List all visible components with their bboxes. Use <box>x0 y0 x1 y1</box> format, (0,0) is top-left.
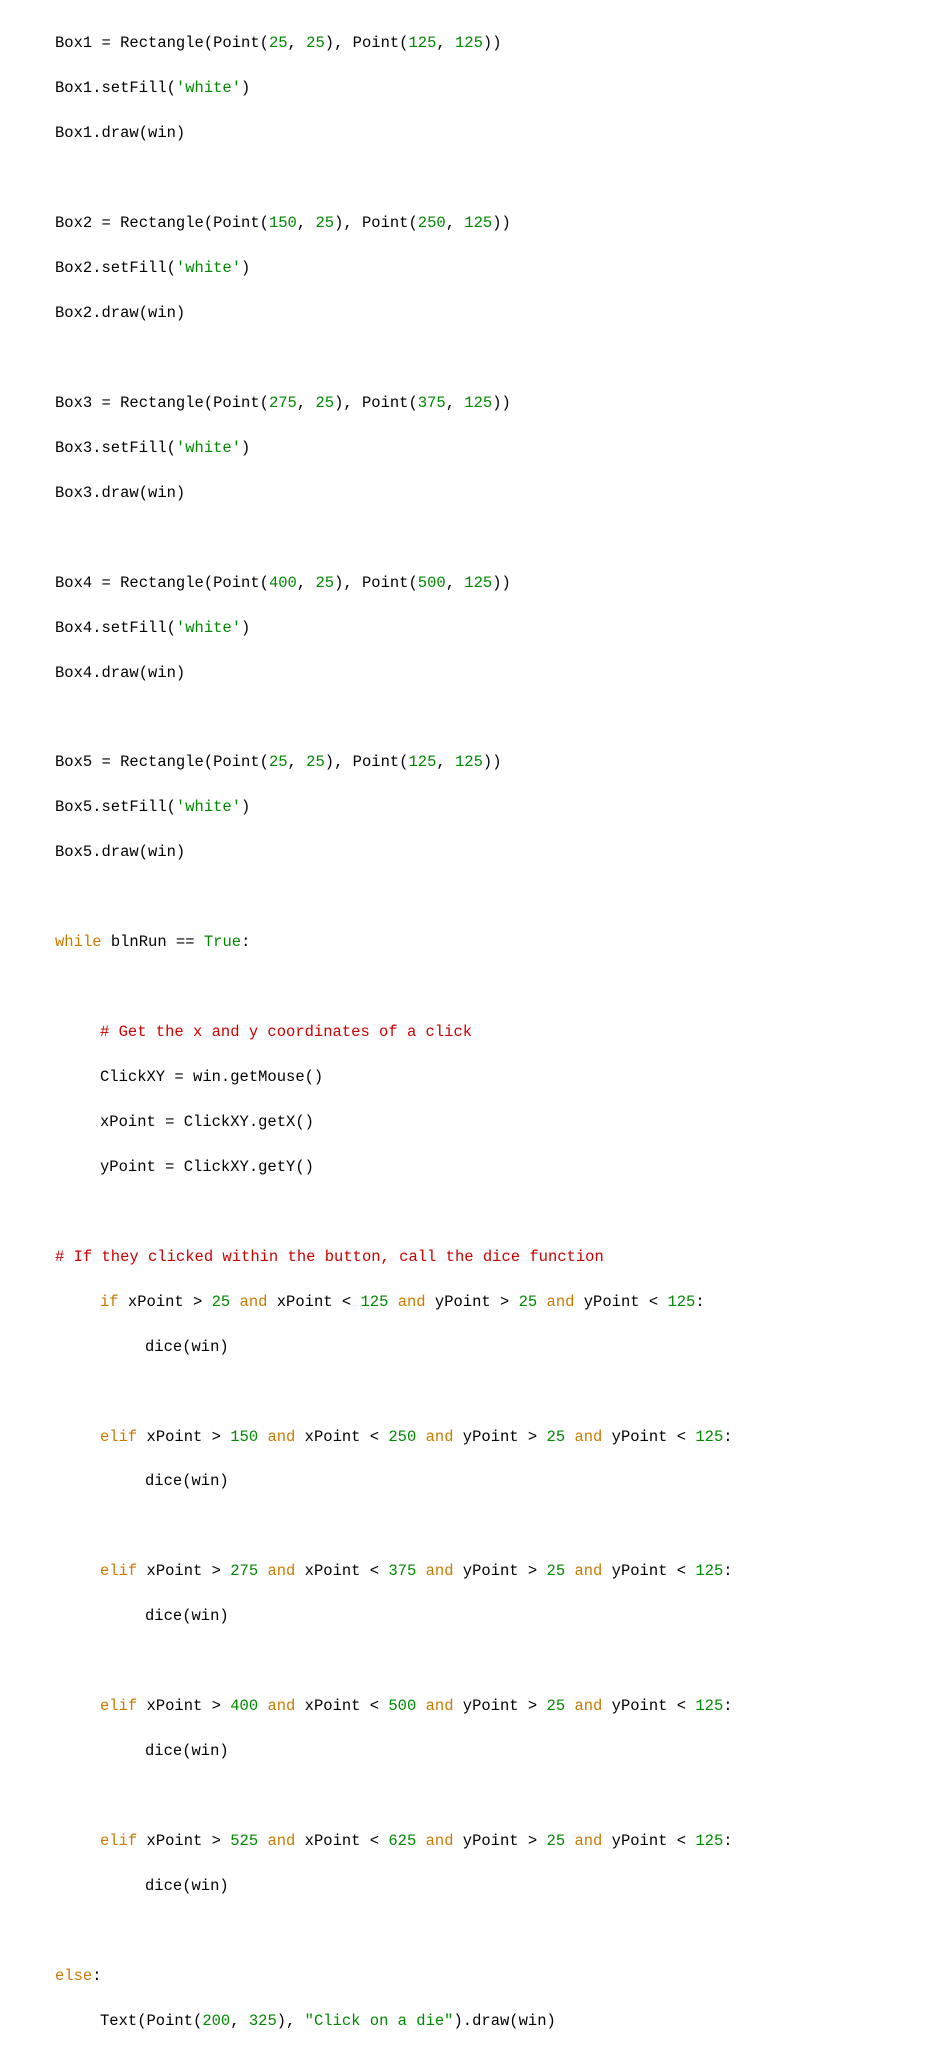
code-line: xPoint = ClickXY.getX() <box>10 1111 925 1133</box>
code-comment: # Get the x and y coordinates of a click <box>10 1021 925 1043</box>
code-line: Box3 = Rectangle(Point(275, 25), Point(3… <box>10 392 925 414</box>
code-line: Box3.draw(win) <box>10 482 925 504</box>
code-line: Box4.setFill('white') <box>10 617 925 639</box>
code-line: Box2.setFill('white') <box>10 257 925 279</box>
code-line: Box5.setFill('white') <box>10 796 925 818</box>
code-line: Box3.setFill('white') <box>10 437 925 459</box>
code-line: dice(win) <box>10 1336 925 1358</box>
code-line: elif xPoint > 150 and xPoint < 250 and y… <box>10 1426 925 1448</box>
code-line: yPoint = ClickXY.getY() <box>10 1156 925 1178</box>
code-line: Box5 = Rectangle(Point(25, 25), Point(12… <box>10 751 925 773</box>
code-line: else: <box>10 1965 925 1987</box>
code-line: elif xPoint > 275 and xPoint < 375 and y… <box>10 1560 925 1582</box>
code-block: Box1 = Rectangle(Point(25, 25), Point(12… <box>0 10 925 2048</box>
code-line: elif xPoint > 525 and xPoint < 625 and y… <box>10 1830 925 1852</box>
code-line: Text(Point(200, 325), "Click on a die").… <box>10 2010 925 2032</box>
code-line: Box2.draw(win) <box>10 302 925 324</box>
code-comment: # If they clicked within the button, cal… <box>10 1246 925 1268</box>
code-line: Box2 = Rectangle(Point(150, 25), Point(2… <box>10 212 925 234</box>
code-line: Box1.setFill('white') <box>10 77 925 99</box>
code-line: dice(win) <box>10 1740 925 1762</box>
code-line: ClickXY = win.getMouse() <box>10 1066 925 1088</box>
code-line: Box5.draw(win) <box>10 841 925 863</box>
code-line: Box4 = Rectangle(Point(400, 25), Point(5… <box>10 572 925 594</box>
code-line: dice(win) <box>10 1605 925 1627</box>
code-line: Box1 = Rectangle(Point(25, 25), Point(12… <box>10 32 925 54</box>
code-line: while blnRun == True: <box>10 931 925 953</box>
code-line: elif xPoint > 400 and xPoint < 500 and y… <box>10 1695 925 1717</box>
code-line: if xPoint > 25 and xPoint < 125 and yPoi… <box>10 1291 925 1313</box>
code-line: Box4.draw(win) <box>10 662 925 684</box>
code-line: dice(win) <box>10 1875 925 1897</box>
code-line: dice(win) <box>10 1470 925 1492</box>
code-line: Box1.draw(win) <box>10 122 925 144</box>
